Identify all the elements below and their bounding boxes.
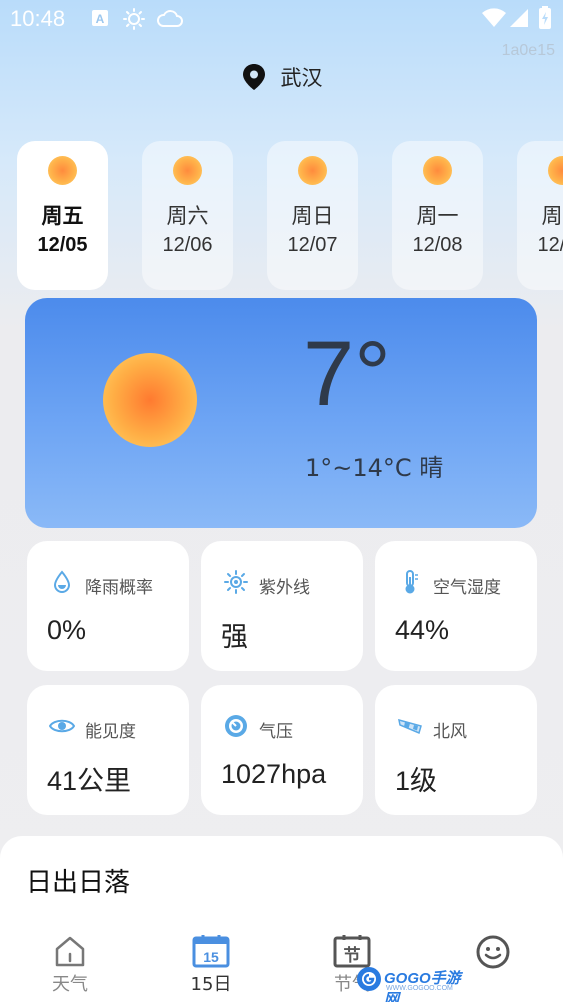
calendar-badge: 15 (203, 949, 219, 965)
status-bar: 10:48 A (0, 0, 563, 40)
sunny-icon (298, 156, 327, 185)
metric-value: 1级 (395, 766, 438, 796)
bottom-navigation: 天气 15 15日 节 节气 (0, 930, 563, 1002)
current-temperature: 7° (303, 323, 391, 425)
calendar-15-icon: 15 (192, 935, 230, 968)
uv-sun-icon (224, 570, 248, 594)
festival-calendar-icon: 节 (333, 935, 371, 968)
location-pin-icon (242, 64, 265, 90)
day-name: 周六 (166, 204, 209, 228)
temperature-range: 1°~14°C 晴 (305, 454, 444, 482)
day-name: 周五 (41, 204, 84, 228)
sunny-icon (173, 156, 202, 185)
sun-icon (103, 353, 197, 447)
day-card[interactable]: 周二 12/09 (517, 141, 563, 290)
day-date: 12/09 (537, 234, 563, 256)
day-name: 周一 (416, 204, 459, 228)
pressure-icon (225, 715, 247, 737)
metric-card-humidity: 空气湿度 44% (375, 541, 537, 671)
calendar-badge: 节 (344, 945, 361, 966)
nav-label: 天气 (52, 974, 88, 995)
eye-icon (49, 719, 75, 733)
day-name: 周二 (541, 204, 563, 228)
nav-item-weather[interactable]: 天气 (20, 930, 120, 996)
sunrise-sunset-title: 日出日落 (26, 868, 131, 898)
cell-signal-icon (510, 9, 528, 27)
smiley-icon (476, 935, 510, 969)
day-date: 12/08 (412, 234, 463, 256)
metric-label: 北风 (433, 722, 467, 742)
metric-card-visibility: 能见度 41公里 (27, 685, 189, 815)
watermark-url: WWW.GOGOO.COM (386, 985, 453, 992)
gogo-logo-icon (357, 967, 381, 991)
metric-card-uv: 紫外线 强 (201, 541, 363, 671)
metric-value: 41公里 (47, 766, 132, 796)
nav-label: 15日 (190, 974, 232, 995)
raindrop-icon (53, 570, 71, 593)
metric-card-rain: 降雨概率 0% (27, 541, 189, 671)
windsock-icon (398, 718, 422, 735)
city-name: 武汉 (280, 66, 323, 90)
cloud-icon (157, 10, 183, 27)
current-weather-card: 7° 1°~14°C 晴 (25, 298, 537, 528)
day-card[interactable]: 周五 12/05 (17, 141, 108, 290)
thermometer-icon (405, 570, 418, 594)
a-badge-icon: A (92, 10, 108, 26)
watermark: GOGO手游网 WWW.GOGOO.COM (356, 964, 466, 1002)
metric-label: 降雨概率 (85, 578, 153, 598)
day-name: 周日 (291, 204, 334, 228)
metric-card-pressure: 气压 1027hpa (201, 685, 363, 815)
metric-value: 0% (47, 615, 87, 645)
metric-card-wind: 北风 1级 (375, 685, 537, 815)
build-id: 1a0e15 (501, 42, 555, 59)
metric-label: 气压 (259, 722, 293, 742)
house-icon (55, 936, 85, 967)
day-date: 12/05 (37, 234, 88, 256)
day-card[interactable]: 周日 12/07 (267, 141, 358, 290)
svg-text:A: A (96, 12, 105, 26)
sunny-icon (423, 156, 452, 185)
battery-charging-icon (539, 6, 551, 29)
sunny-icon (48, 156, 77, 185)
wifi-icon (482, 8, 506, 27)
metric-label: 能见度 (85, 722, 136, 742)
nav-item-15-day[interactable]: 15 15日 (161, 930, 261, 996)
metric-label: 空气湿度 (433, 578, 501, 598)
day-date: 12/07 (287, 234, 338, 256)
brightness-icon (123, 8, 145, 30)
day-forecast-strip[interactable]: 周五 12/05 周六 12/06 周日 12/07 周一 12/08 周二 1… (0, 141, 563, 290)
day-date: 12/06 (162, 234, 213, 256)
metric-value: 强 (221, 622, 248, 652)
sunny-icon (548, 156, 563, 185)
location-header[interactable]: 武汉 (0, 62, 563, 95)
metric-value: 44% (395, 615, 450, 645)
status-time: 10:48 (10, 6, 66, 31)
day-card[interactable]: 周六 12/06 (142, 141, 233, 290)
day-card[interactable]: 周一 12/08 (392, 141, 483, 290)
metric-value: 1027hpa (221, 759, 327, 789)
metric-label: 紫外线 (259, 578, 310, 598)
